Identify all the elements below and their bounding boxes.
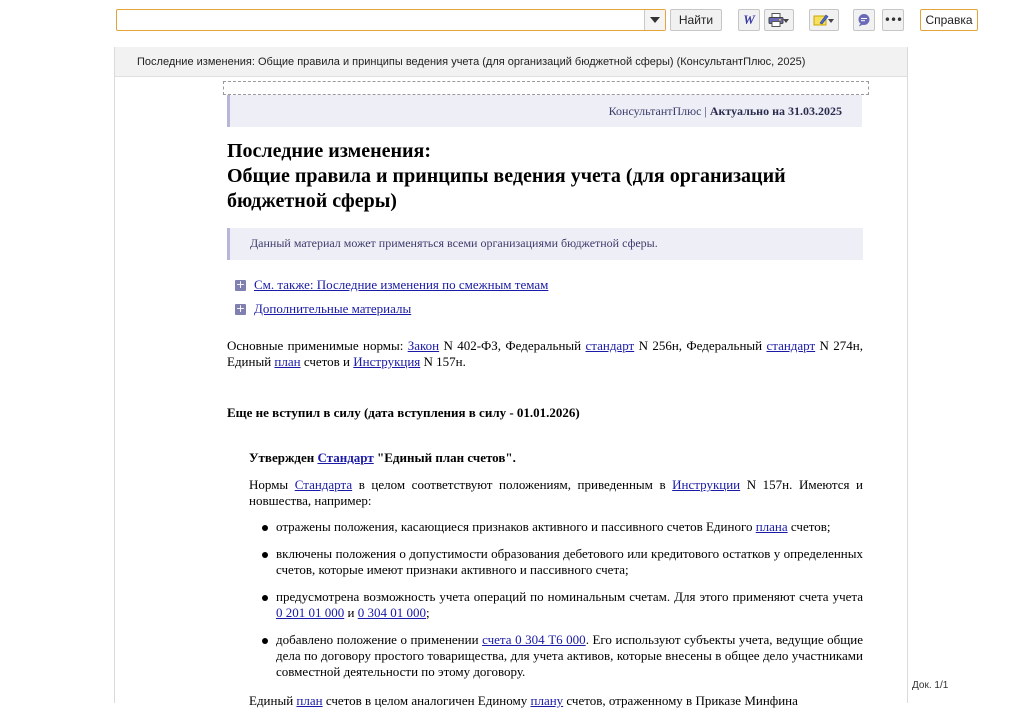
plus-icon[interactable]: + bbox=[235, 279, 246, 291]
document-header-title: Последние изменения: Общие правила и при… bbox=[115, 47, 907, 77]
help-button[interactable]: Справка bbox=[920, 9, 978, 31]
bullet-icon bbox=[262, 595, 268, 601]
link-standard[interactable]: Стандарт bbox=[317, 450, 373, 465]
link-account-0304[interactable]: 0 304 01 000 bbox=[358, 605, 426, 620]
bullet-icon bbox=[262, 638, 268, 644]
bullet-icon bbox=[262, 552, 268, 558]
title-line: Последние изменения: bbox=[227, 140, 432, 162]
document-pager: Док. 1/1 bbox=[912, 680, 949, 691]
document-title: Последние изменения: Общие правила и при… bbox=[227, 139, 863, 214]
text: ; bbox=[425, 605, 430, 620]
more-icon: ••• bbox=[883, 13, 903, 27]
text: Основные применимые нормы: bbox=[227, 338, 408, 353]
text: счетов, отраженному в Приказе Минфина bbox=[563, 693, 798, 708]
list-item: включены положения о допустимости образо… bbox=[249, 546, 863, 578]
main-norms-paragraph: Основные применимые нормы: Закон N 402-Ф… bbox=[227, 338, 863, 370]
source-label: КонсультантПлюс | bbox=[608, 104, 707, 118]
link-plan-item[interactable]: плана bbox=[756, 519, 788, 534]
document-viewer: Последние изменения: Общие правила и при… bbox=[114, 47, 908, 708]
expander-related-topics[interactable]: + См. также: Последние изменения по смеж… bbox=[227, 276, 863, 294]
link-plan-last[interactable]: план bbox=[296, 693, 322, 708]
text: счетов и bbox=[300, 354, 354, 369]
document-top-bar bbox=[223, 81, 869, 95]
text: N 256н, Федеральный bbox=[634, 338, 767, 353]
chevron-down-icon bbox=[783, 19, 789, 23]
expander-additional-materials[interactable]: + Дополнительные материалы bbox=[227, 300, 863, 318]
toolbar: Найти W ••• Справка bbox=[0, 0, 1024, 40]
chevron-down-icon bbox=[828, 19, 834, 23]
link-additional-materials[interactable]: Дополнительные материалы bbox=[254, 301, 411, 317]
link-instruction[interactable]: Инструкция bbox=[353, 354, 420, 369]
highlighter-icon bbox=[813, 14, 829, 26]
section-body: Утвержден Стандарт "Единый план счетов".… bbox=[227, 450, 863, 709]
list-item: добавлено положение о применении счета 0… bbox=[249, 632, 863, 680]
chat-bubble-icon bbox=[858, 14, 870, 27]
text: "Единый план счетов". bbox=[373, 450, 516, 465]
search-box[interactable] bbox=[116, 9, 666, 31]
approved-heading: Утвержден Стандарт "Единый план счетов". bbox=[249, 450, 863, 466]
text: счетов в целом аналогичен Единому bbox=[322, 693, 531, 708]
text: N 402-ФЗ, Федеральный bbox=[439, 338, 586, 353]
norms-paragraph: Нормы Стандарта в целом соответствуют по… bbox=[249, 477, 863, 509]
chevron-down-icon bbox=[650, 17, 660, 23]
text: N 157н. bbox=[420, 354, 466, 369]
printer-icon bbox=[768, 13, 784, 27]
print-button[interactable] bbox=[764, 9, 794, 31]
text: Утвержден bbox=[249, 450, 318, 465]
text: Нормы bbox=[249, 477, 295, 492]
export-word-button[interactable]: W bbox=[738, 9, 760, 31]
title-line: бюджетной сферы) bbox=[227, 190, 397, 212]
highlight-button[interactable] bbox=[809, 9, 839, 31]
applicability-note: Данный материал может применяться всеми … bbox=[227, 228, 863, 260]
text: отражены положения, касающиеся признаков… bbox=[276, 519, 756, 534]
link-standard-256n[interactable]: стандарт bbox=[585, 338, 634, 353]
text: включены положения о допустимости образо… bbox=[276, 546, 863, 577]
text: добавлено положение о применении bbox=[276, 632, 483, 647]
title-line: Общие правила и принципы ведения учета (… bbox=[227, 165, 786, 187]
word-icon: W bbox=[743, 12, 755, 27]
link-standard-ref[interactable]: Стандарта bbox=[295, 477, 352, 492]
link-law[interactable]: Закон bbox=[408, 338, 439, 353]
closing-paragraph: Единый план счетов в целом аналогичен Ед… bbox=[249, 693, 863, 709]
innovations-list: отражены положения, касающиеся признаков… bbox=[249, 519, 863, 680]
link-related-topics[interactable]: См. также: Последние изменения по смежны… bbox=[254, 277, 548, 293]
link-standard-274n[interactable]: стандарт bbox=[766, 338, 815, 353]
plus-icon[interactable]: + bbox=[235, 303, 246, 315]
document-content: Последние изменения: Общие правила и при… bbox=[227, 139, 863, 709]
text: и bbox=[344, 605, 358, 620]
find-button[interactable]: Найти bbox=[670, 9, 722, 31]
comment-button[interactable] bbox=[853, 9, 875, 31]
section-not-in-force: Еще не вступил в силу (дата вступления в… bbox=[227, 405, 580, 420]
link-plan-last-2[interactable]: плану bbox=[531, 693, 564, 708]
actual-date: Актуально на 31.03.2025 bbox=[709, 104, 842, 118]
text: счетов; bbox=[787, 519, 831, 534]
search-history-dropdown[interactable] bbox=[644, 10, 665, 30]
list-item: отражены положения, касающиеся признаков… bbox=[249, 519, 863, 535]
text: в целом соответствуют положениям, привед… bbox=[352, 477, 673, 492]
more-button[interactable]: ••• bbox=[882, 9, 904, 31]
bullet-icon bbox=[262, 525, 268, 531]
text: предусмотрена возможность учета операций… bbox=[276, 589, 863, 604]
list-item: предусмотрена возможность учета операций… bbox=[249, 589, 863, 621]
link-account-t6[interactable]: счета 0 304 Т6 000 bbox=[482, 632, 586, 647]
search-input[interactable] bbox=[117, 10, 645, 30]
link-plan[interactable]: план bbox=[274, 354, 300, 369]
link-instruction-ref[interactable]: Инструкции bbox=[672, 477, 740, 492]
link-account-0201[interactable]: 0 201 01 000 bbox=[276, 605, 344, 620]
actual-date-box: КонсультантПлюс | Актуально на 31.03.202… bbox=[227, 95, 862, 127]
text: Единый bbox=[249, 693, 297, 708]
